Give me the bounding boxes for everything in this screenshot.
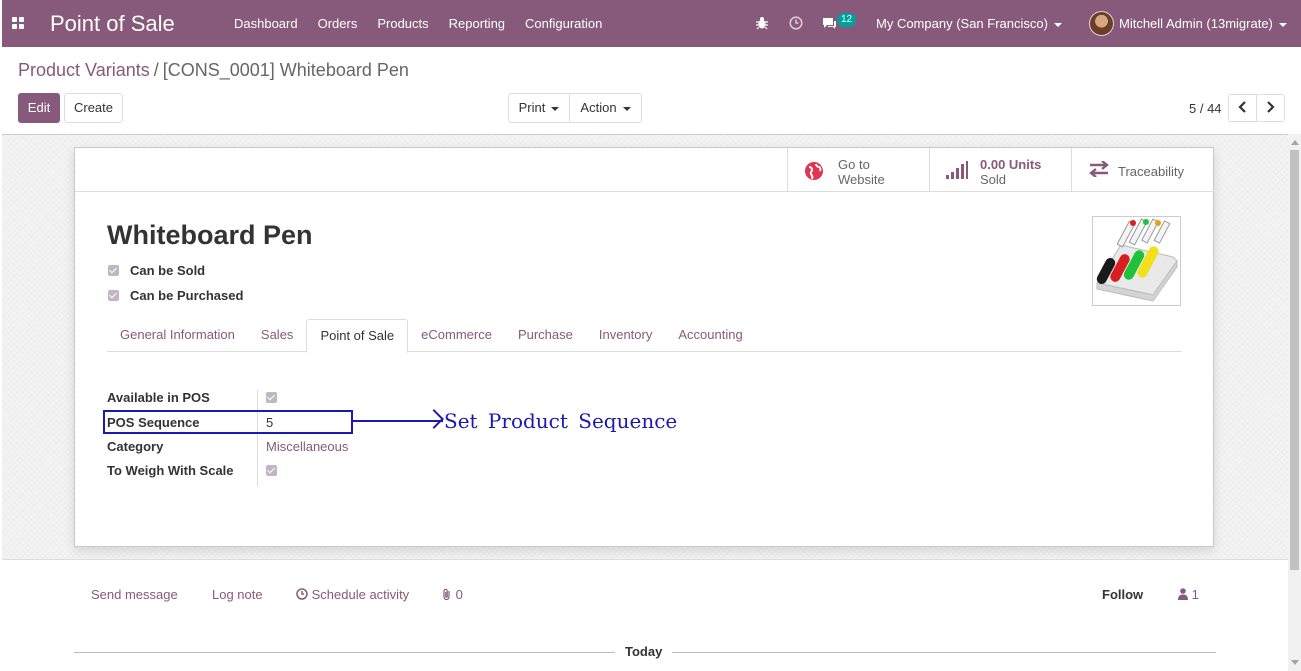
scroll-down-arrow-icon[interactable] — [1291, 660, 1299, 665]
signal-bars-icon — [946, 161, 968, 182]
website-line2: Website — [838, 172, 885, 187]
user-name: Mitchell Admin (13migrate) — [1119, 16, 1273, 31]
chatter: Send message Log note Schedule activity … — [2, 559, 1288, 671]
log-note-button[interactable]: Log note — [212, 587, 263, 602]
notebook-tabs: General Information Sales Point of Sale … — [107, 319, 1182, 353]
tab-inventory[interactable]: Inventory — [586, 319, 665, 351]
edit-button[interactable]: Edit — [18, 93, 60, 123]
traceability-label: Traceability — [1118, 164, 1184, 179]
vertical-scrollbar[interactable] — [1288, 134, 1301, 671]
menu-products[interactable]: Products — [367, 0, 438, 47]
pager-next-button[interactable] — [1256, 94, 1285, 122]
scrollbar-thumb[interactable] — [1290, 150, 1299, 570]
apps-menu-icon[interactable] — [12, 17, 24, 29]
user-menu[interactable]: Mitchell Admin (13migrate) — [1119, 0, 1287, 47]
user-icon — [1178, 588, 1188, 600]
tab-sales[interactable]: Sales — [248, 319, 307, 351]
caret-down-icon — [622, 106, 631, 111]
annotation-text: Set Product Sequence — [444, 409, 678, 433]
menu-dashboard[interactable]: Dashboard — [224, 0, 308, 47]
tab-purchase[interactable]: Purchase — [505, 319, 586, 351]
exchange-arrows-icon — [1088, 160, 1110, 180]
main-menu: Dashboard Orders Products Reporting Conf… — [224, 0, 612, 47]
breadcrumb-current: [CONS_0001] Whiteboard Pen — [162, 60, 409, 80]
sold-label: Sold — [980, 172, 1007, 187]
can-be-sold-label: Can be Sold — [130, 263, 206, 278]
button-box-divider — [75, 191, 787, 192]
chat-badge: 12 — [837, 13, 857, 27]
attachments-count: 0 — [455, 587, 463, 602]
sold-value: 0.00 Units — [980, 157, 1042, 172]
product-image[interactable] — [1092, 216, 1181, 306]
annotation-arrow-head-icon — [424, 409, 444, 429]
company-name: My Company (San Francisco) — [876, 16, 1048, 31]
breadcrumb-separator: / — [153, 60, 159, 80]
breadcrumb: Product Variants / [CONS_0001] Whiteboard … — [18, 60, 409, 81]
action-label: Action — [580, 100, 617, 115]
followers-count: 1 — [1191, 587, 1199, 602]
attachments-button[interactable]: 0 — [442, 587, 463, 602]
can-be-sold-checkbox[interactable] — [108, 265, 119, 276]
action-dropdown[interactable]: Action — [569, 93, 642, 123]
scroll-up-arrow-icon[interactable] — [1291, 140, 1299, 145]
breadcrumb-parent[interactable]: Product Variants — [18, 60, 150, 80]
followers-button[interactable]: 1 — [1178, 587, 1199, 602]
go-to-website-button[interactable]: Go to Website — [787, 148, 929, 191]
app-brand[interactable]: Point of Sale — [50, 11, 175, 37]
tab-ecommerce[interactable]: eCommerce — [408, 319, 505, 351]
can-be-purchased-checkbox[interactable] — [108, 290, 119, 301]
globe-icon — [804, 161, 824, 184]
smart-button-box: Go to Website 0.00 Units Sold Traceability — [787, 148, 1214, 192]
chevron-left-icon — [1238, 101, 1246, 113]
company-switcher[interactable]: My Company (San Francisco) — [876, 0, 1062, 47]
tab-general-information[interactable]: General Information — [107, 319, 248, 351]
create-button[interactable]: Create — [64, 93, 123, 123]
send-message-button[interactable]: Send message — [91, 587, 178, 602]
activity-clock-icon[interactable] — [789, 16, 803, 33]
available-in-pos-checkbox[interactable] — [266, 392, 277, 403]
whiteboard-pens-image — [1096, 218, 1178, 302]
print-dropdown[interactable]: Print — [508, 93, 570, 123]
can-be-purchased-label: Can be Purchased — [130, 288, 244, 303]
can-be-sold-option: Can be Sold — [108, 263, 205, 278]
units-sold-button[interactable]: 0.00 Units Sold — [929, 148, 1071, 191]
tab-point-of-sale[interactable]: Point of Sale — [306, 319, 409, 353]
product-name[interactable]: Whiteboard Pen — [107, 220, 313, 251]
annotation-highlight-box — [103, 410, 353, 434]
website-text: Go to Website — [838, 157, 885, 187]
menu-orders[interactable]: Orders — [308, 0, 368, 47]
bug-icon[interactable] — [756, 16, 770, 33]
chevron-right-icon — [1267, 101, 1275, 113]
top-navbar: Point of Sale Dashboard Orders Products … — [2, 0, 1301, 47]
schedule-activity-button[interactable]: Schedule activity — [296, 587, 409, 602]
category-label: Category — [107, 439, 164, 454]
clock-icon — [296, 588, 308, 600]
tab-accounting[interactable]: Accounting — [665, 319, 755, 351]
pager-previous-button[interactable] — [1228, 94, 1257, 122]
form-sheet: Go to Website 0.00 Units Sold Traceability… — [74, 147, 1214, 547]
caret-down-icon — [1278, 22, 1287, 27]
print-label: Print — [518, 100, 546, 115]
can-be-purchased-option: Can be Purchased — [108, 288, 243, 303]
to-weigh-with-scale-label: To Weigh With Scale — [107, 463, 234, 478]
follow-button[interactable]: Follow — [1102, 587, 1143, 602]
website-line1: Go to — [838, 157, 870, 172]
menu-reporting[interactable]: Reporting — [439, 0, 515, 47]
field-divider — [257, 390, 258, 486]
chat-icon[interactable] — [822, 16, 837, 33]
sold-text: 0.00 Units Sold — [980, 157, 1041, 187]
available-in-pos-label: Available in POS — [107, 390, 210, 405]
menu-configuration[interactable]: Configuration — [515, 0, 612, 47]
category-value[interactable]: Miscellaneous — [266, 439, 348, 454]
schedule-activity-label: Schedule activity — [311, 587, 410, 602]
today-label: Today — [615, 644, 673, 659]
paperclip-icon — [443, 588, 450, 601]
caret-down-icon — [1053, 22, 1062, 27]
pager-value[interactable]: 5 / 44 — [1189, 101, 1222, 116]
to-weigh-with-scale-checkbox[interactable] — [266, 465, 277, 476]
caret-down-icon — [551, 106, 560, 111]
traceability-button[interactable]: Traceability — [1071, 148, 1213, 191]
user-avatar[interactable] — [1089, 11, 1114, 36]
